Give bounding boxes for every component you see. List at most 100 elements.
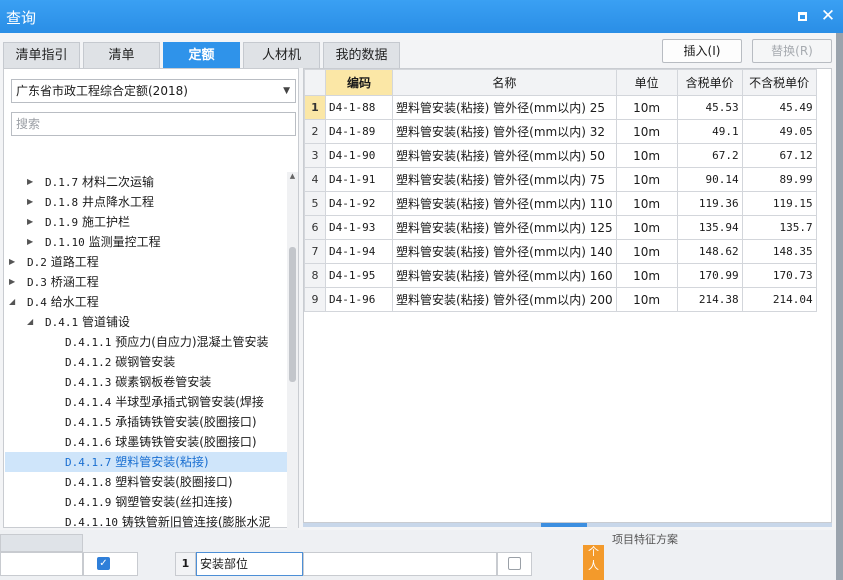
cell-name[interactable]: 塑料管安装(粘接) 管外径(mm以内) 110: [392, 191, 617, 216]
tree-item[interactable]: D.4.1.6 球墨铸铁管安装(胶圈接口): [5, 432, 287, 452]
cell-code[interactable]: D4-1-89: [325, 119, 393, 144]
cell-price-notax[interactable]: 49.05: [741, 119, 817, 144]
expanded-caret-icon[interactable]: ◢: [9, 292, 15, 312]
table-row[interactable]: 2 D4-1-89 塑料管安装(粘接) 管外径(mm以内) 32 10m 49.1 49.…: [304, 119, 817, 144]
tree-item[interactable]: D.4.1.4 半球型承插式钢管安装(焊接: [5, 392, 287, 412]
tree-item[interactable]: ▶ D.3 桥涵工程: [5, 272, 287, 292]
checked-checkbox[interactable]: ✓: [97, 557, 110, 570]
scrollbar-thumb[interactable]: [289, 247, 296, 382]
replace-button[interactable]: 替换(R): [752, 39, 832, 63]
tree-item[interactable]: D.4.1.8 塑料管安装(胶圈接口): [5, 472, 287, 492]
cell-name[interactable]: 塑料管安装(粘接) 管外径(mm以内) 140: [392, 239, 617, 264]
cell-code[interactable]: D4-1-92: [325, 191, 393, 216]
tab-bill[interactable]: 清单: [83, 42, 160, 68]
collapsed-caret-icon[interactable]: ▶: [9, 272, 15, 292]
search-input[interactable]: [11, 112, 296, 136]
collapsed-caret-icon[interactable]: ▶: [27, 172, 33, 192]
row-number[interactable]: 8: [304, 263, 326, 288]
collapsed-caret-icon[interactable]: ▶: [9, 252, 15, 272]
tree-item[interactable]: ▶ D.1.9 施工护栏: [5, 212, 287, 232]
tree-item[interactable]: ▶ D.1.8 井点降水工程: [5, 192, 287, 212]
cell-price-notax[interactable]: 135.7: [741, 215, 817, 240]
cell-price-tax[interactable]: 49.1: [676, 119, 743, 144]
tree-item[interactable]: ◢ D.4 给水工程: [5, 292, 287, 312]
table-row[interactable]: 7 D4-1-94 塑料管安装(粘接) 管外径(mm以内) 140 10m 148.62…: [304, 239, 817, 264]
row-number[interactable]: 3: [304, 143, 326, 168]
cell-name[interactable]: 塑料管安装(粘接) 管外径(mm以内) 200: [392, 287, 617, 312]
cell-price-notax[interactable]: 119.15: [741, 191, 817, 216]
table-row[interactable]: 6 D4-1-93 塑料管安装(粘接) 管外径(mm以内) 125 10m 135.94…: [304, 215, 817, 240]
tab-bill-guide[interactable]: 清单指引: [3, 42, 80, 68]
tree-item[interactable]: D.4.1.2 碳钢管安装: [5, 352, 287, 372]
cell-code[interactable]: D4-1-88: [325, 95, 393, 120]
tree-item[interactable]: D.4.1.9 钢塑管安装(丝扣连接): [5, 492, 287, 512]
cell-code[interactable]: D4-1-91: [325, 167, 393, 192]
personal-side-tab[interactable]: 个人: [583, 545, 604, 580]
cell-unit[interactable]: 10m: [615, 287, 678, 312]
cell-price-notax[interactable]: 170.73: [741, 263, 817, 288]
cell-code[interactable]: D4-1-90: [325, 143, 393, 168]
library-select[interactable]: 广东省市政工程综合定额(2018) ▼: [11, 79, 296, 103]
cell-price-notax[interactable]: 67.12: [741, 143, 817, 168]
tree-item[interactable]: D.4.1.1 预应力(自应力)混凝土管安装: [5, 332, 287, 352]
tree-item[interactable]: D.4.1.5 承插铸铁管安装(胶圈接口): [5, 412, 287, 432]
feature-value-cell[interactable]: [303, 552, 497, 576]
cell-price-tax[interactable]: 90.14: [676, 167, 743, 192]
cell-unit[interactable]: 10m: [615, 143, 678, 168]
cell-price-notax[interactable]: 89.99: [741, 167, 817, 192]
row-number[interactable]: 2: [304, 119, 326, 144]
row-number[interactable]: 7: [304, 239, 326, 264]
column-header-code[interactable]: 编码: [325, 69, 393, 96]
cell-price-tax[interactable]: 214.38: [676, 287, 743, 312]
cell-unit[interactable]: 10m: [615, 239, 678, 264]
cell-name[interactable]: 塑料管安装(粘接) 管外径(mm以内) 25: [392, 95, 617, 120]
row-number[interactable]: 5: [304, 191, 326, 216]
expanded-caret-icon[interactable]: ◢: [27, 312, 33, 332]
tree-item[interactable]: ◢ D.4.1 管道铺设: [5, 312, 287, 332]
column-header-unit[interactable]: 单位: [615, 69, 678, 96]
cell-code[interactable]: D4-1-95: [325, 263, 393, 288]
row-number[interactable]: 1: [304, 95, 326, 120]
row-number[interactable]: 9: [304, 287, 326, 312]
cell-unit[interactable]: 10m: [615, 215, 678, 240]
column-header-name[interactable]: 名称: [392, 69, 617, 96]
row-number[interactable]: 6: [304, 215, 326, 240]
maximize-button[interactable]: [792, 6, 812, 26]
tree-item[interactable]: D.4.1.7 塑料管安装(粘接): [5, 452, 287, 472]
close-button[interactable]: ✕: [818, 6, 838, 26]
cell-price-tax[interactable]: 135.94: [676, 215, 743, 240]
insert-button[interactable]: 插入(I): [662, 39, 742, 63]
table-row[interactable]: 9 D4-1-96 塑料管安装(粘接) 管外径(mm以内) 200 10m 214.38…: [304, 287, 817, 312]
cell-price-tax[interactable]: 170.99: [676, 263, 743, 288]
tab-labor-material[interactable]: 人材机: [243, 42, 320, 68]
cell-unit[interactable]: 10m: [615, 95, 678, 120]
column-header-price-notax[interactable]: 不含税单价: [741, 69, 817, 96]
tree-item[interactable]: D.4.1.10 铸铁管新旧管连接(膨胀水泥: [5, 512, 287, 532]
tree-item[interactable]: ▶ D.2 道路工程: [5, 252, 287, 272]
table-row[interactable]: 5 D4-1-92 塑料管安装(粘接) 管外径(mm以内) 110 10m 119.36…: [304, 191, 817, 216]
cell-unit[interactable]: 10m: [615, 167, 678, 192]
unchecked-checkbox[interactable]: [508, 557, 521, 570]
cell-price-notax[interactable]: 45.49: [741, 95, 817, 120]
table-row[interactable]: 4 D4-1-91 塑料管安装(粘接) 管外径(mm以内) 75 10m 90.14 89…: [304, 167, 817, 192]
cell-code[interactable]: D4-1-93: [325, 215, 393, 240]
cell-code[interactable]: D4-1-96: [325, 287, 393, 312]
table-row[interactable]: 1 D4-1-88 塑料管安装(粘接) 管外径(mm以内) 25 10m 45.53 45…: [304, 95, 817, 120]
cell-name[interactable]: 塑料管安装(粘接) 管外径(mm以内) 125: [392, 215, 617, 240]
cell-unit[interactable]: 10m: [615, 119, 678, 144]
cell-price-tax[interactable]: 119.36: [676, 191, 743, 216]
cell-name[interactable]: 塑料管安装(粘接) 管外径(mm以内) 75: [392, 167, 617, 192]
collapsed-caret-icon[interactable]: ▶: [27, 192, 33, 212]
cell-name[interactable]: 塑料管安装(粘接) 管外径(mm以内) 50: [392, 143, 617, 168]
scroll-up-icon[interactable]: ▲: [288, 172, 297, 180]
cell-name[interactable]: 塑料管安装(粘接) 管外径(mm以内) 32: [392, 119, 617, 144]
cell-price-tax[interactable]: 45.53: [676, 95, 743, 120]
pane-splitter[interactable]: [303, 523, 832, 527]
table-row[interactable]: 3 D4-1-90 塑料管安装(粘接) 管外径(mm以内) 50 10m 67.2 67.…: [304, 143, 817, 168]
cell-unit[interactable]: 10m: [615, 191, 678, 216]
splitter-grip[interactable]: [541, 523, 587, 527]
collapsed-caret-icon[interactable]: ▶: [27, 232, 33, 252]
tree-item[interactable]: ▶ D.1.10 监测量控工程: [5, 232, 287, 252]
cell-code[interactable]: D4-1-94: [325, 239, 393, 264]
cell-name[interactable]: 塑料管安装(粘接) 管外径(mm以内) 160: [392, 263, 617, 288]
